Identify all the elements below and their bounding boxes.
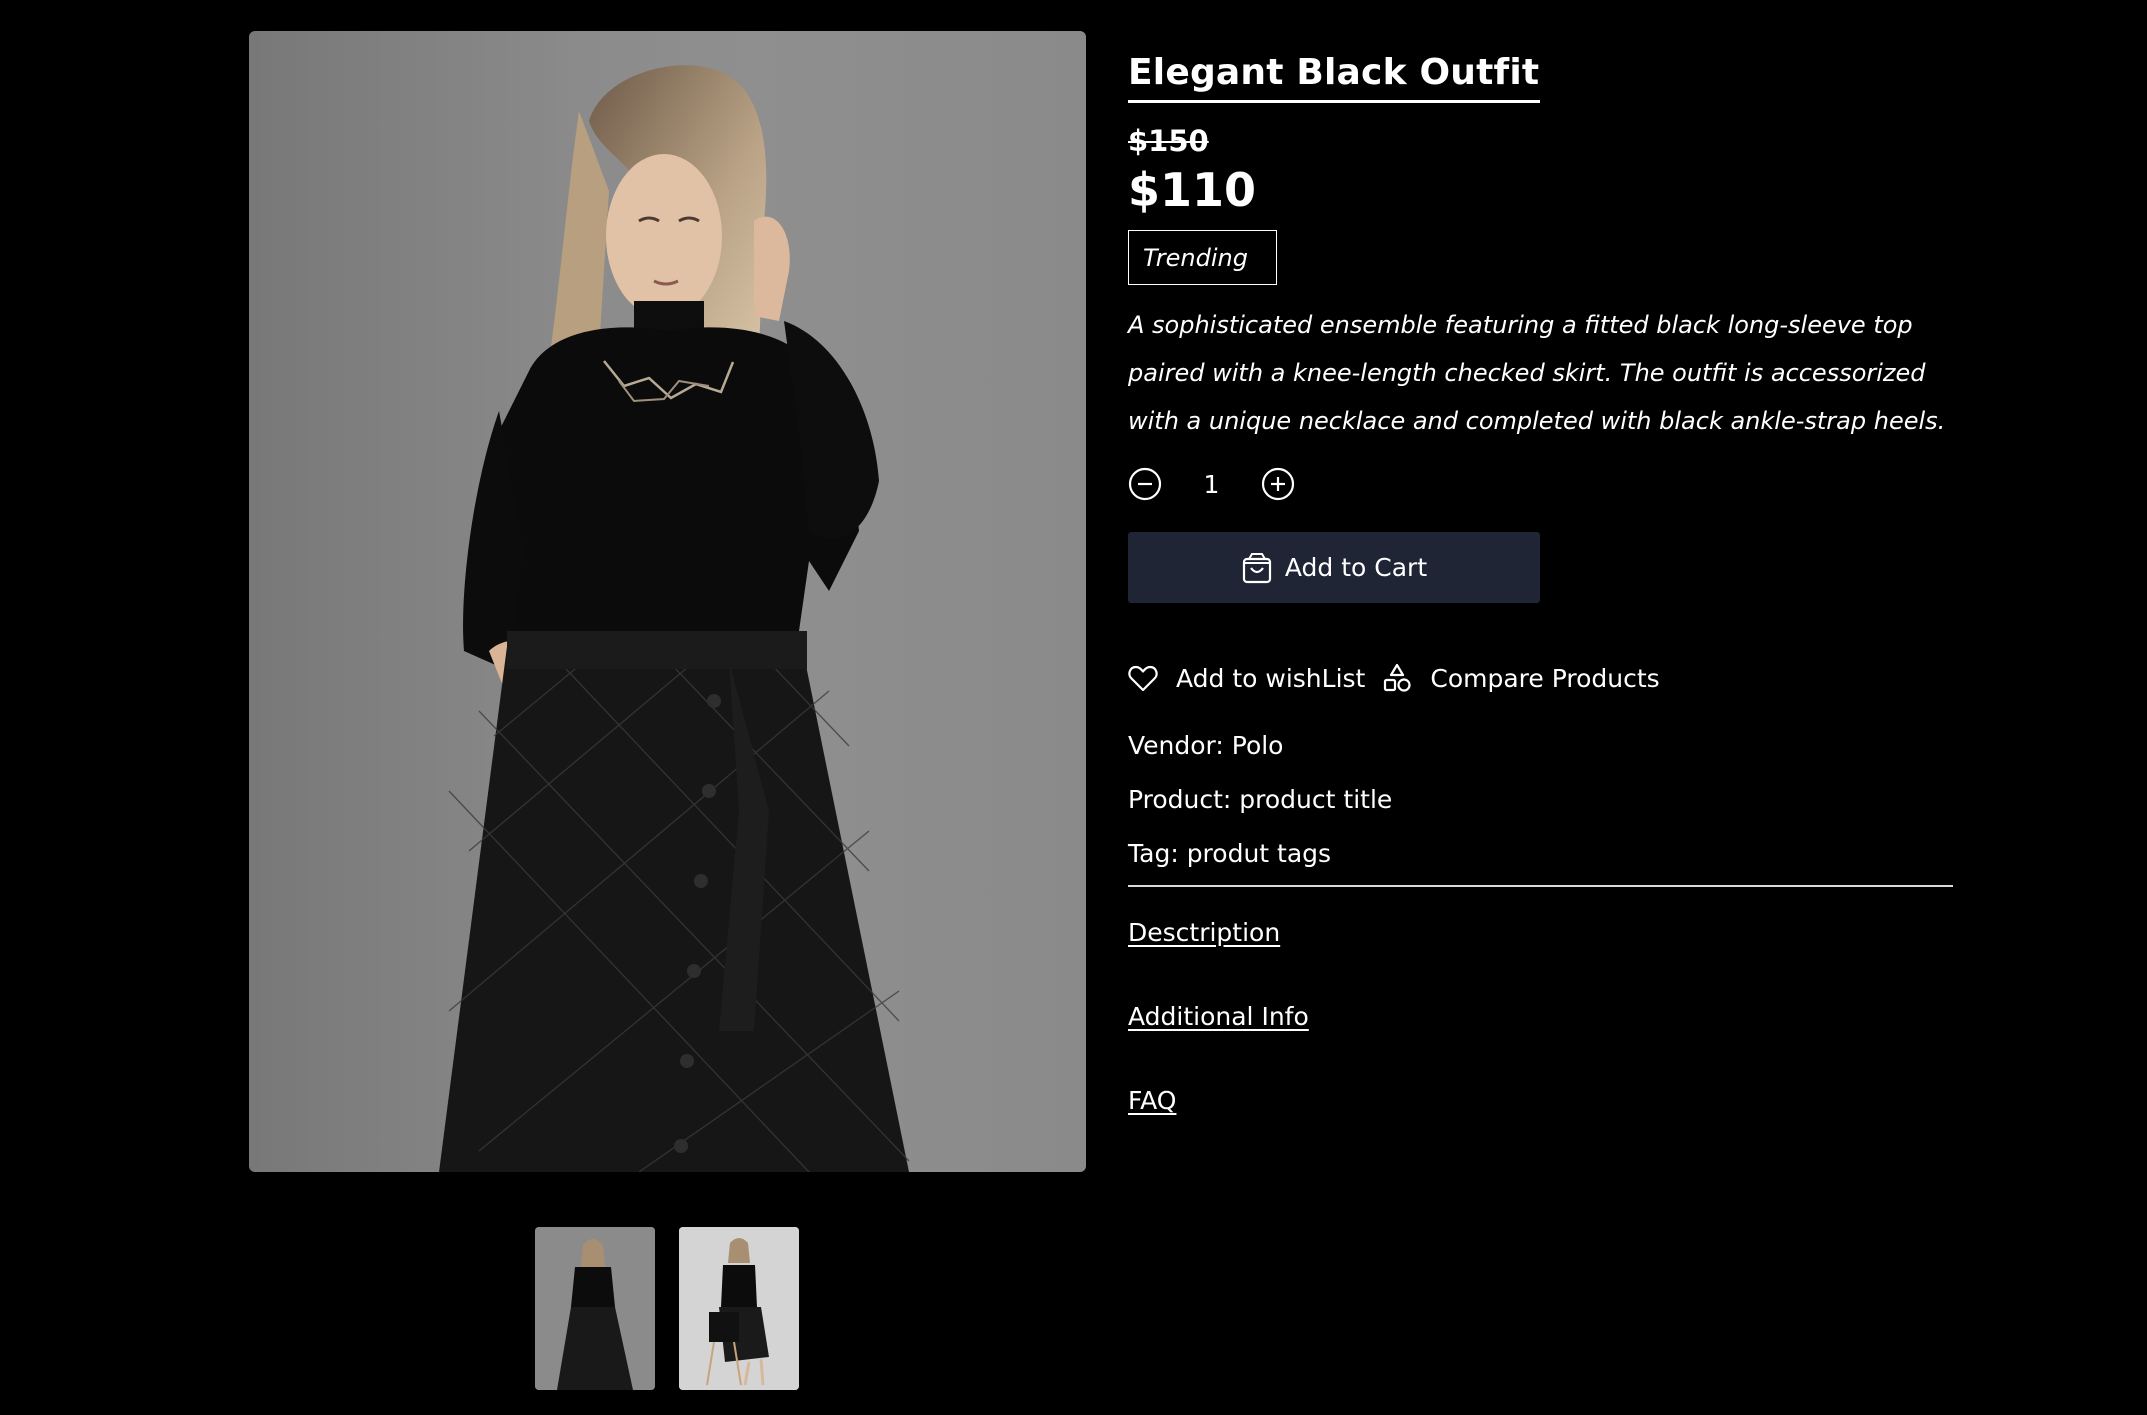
compare-products-link[interactable]: Compare Products bbox=[1382, 663, 1660, 693]
thumbnail-standing[interactable] bbox=[535, 1227, 655, 1390]
tag-info: Tag: produt tags bbox=[1128, 839, 1332, 868]
product-actions: Add to wishList Compare Products bbox=[1128, 663, 1660, 693]
add-to-cart-label: Add to Cart bbox=[1284, 553, 1428, 582]
decrease-quantity-button[interactable] bbox=[1128, 467, 1162, 501]
heart-icon bbox=[1128, 663, 1158, 693]
status-badge: Trending bbox=[1128, 230, 1277, 285]
sale-price: $110 bbox=[1128, 163, 1257, 217]
add-to-wishlist-link[interactable]: Add to wishList bbox=[1128, 663, 1365, 693]
increase-quantity-button[interactable] bbox=[1261, 467, 1295, 501]
product-page: Elegant Black Outfit $150 $110 Trending … bbox=[0, 0, 2147, 1415]
quantity-stepper: 1 bbox=[1128, 466, 1295, 502]
badge-label: Trending bbox=[1143, 243, 1248, 272]
product-description: A sophisticated ensemble featuring a fit… bbox=[1128, 311, 1946, 435]
tab-faq[interactable]: FAQ bbox=[1128, 1086, 1176, 1115]
minus-circle-icon bbox=[1128, 467, 1162, 501]
quantity-value[interactable]: 1 bbox=[1162, 470, 1261, 499]
shopping-bag-icon bbox=[1242, 552, 1271, 583]
compare-label: Compare Products bbox=[1430, 663, 1660, 693]
details-divider bbox=[1128, 885, 1953, 887]
product-title: Elegant Black Outfit bbox=[1128, 52, 1540, 93]
add-to-cart-button[interactable]: Add to Cart bbox=[1128, 532, 1540, 603]
tab-description[interactable]: Desctription bbox=[1128, 918, 1280, 947]
product-info: Product: product title bbox=[1128, 785, 1393, 814]
wishlist-label: Add to wishList bbox=[1176, 663, 1366, 693]
tab-additional-info[interactable]: Additional Info bbox=[1128, 1002, 1309, 1031]
thumbnail-seated[interactable] bbox=[679, 1227, 799, 1390]
title-underline bbox=[1128, 100, 1540, 103]
original-price: $150 bbox=[1128, 124, 1209, 158]
vendor-info: Vendor: Polo bbox=[1128, 731, 1284, 760]
shapes-icon bbox=[1382, 663, 1412, 693]
plus-circle-icon bbox=[1261, 467, 1295, 501]
main-product-image bbox=[249, 31, 1086, 1172]
